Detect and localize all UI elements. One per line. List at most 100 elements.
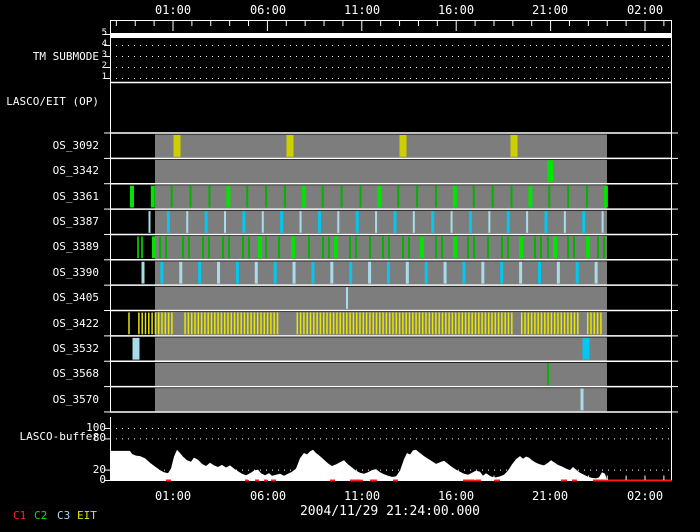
event-tick-os_3387 [280,211,283,233]
row-label: OS_3092 [0,140,99,151]
event-tick-os_3361 [567,186,569,208]
event-tick-os_3387 [507,211,510,233]
event-tick-os_3422 [336,313,338,335]
event-tick-os_3390 [500,262,503,284]
legend-item-c2: C2 [34,510,47,521]
daily-plan-band [155,388,607,411]
event-tick-os_3389 [547,236,549,258]
event-tick-os_3390 [179,262,182,284]
event-tick-os_3422 [237,313,239,335]
event-tick-os_3568 [547,363,549,385]
event-tick-os_3422 [359,313,361,335]
submode-level-bar [110,33,672,38]
event-tick-os_3422 [306,313,308,335]
bottom-axis-label: 11:00 [337,490,387,502]
legend-item-c1: C1 [13,510,26,521]
event-tick-os_3422 [310,313,312,335]
event-tick-os_3389 [586,236,590,258]
event-tick-os_3389 [222,236,224,258]
buffer-gap-red-segment [572,480,577,482]
row-label: OS_3405 [0,292,99,303]
row-label: OS_3422 [0,318,99,329]
event-tick-os_3422 [191,313,193,335]
event-tick-os_3422 [405,313,407,335]
event-tick-os_3422 [412,313,414,335]
event-tick-os_3387 [149,211,151,233]
event-tick-os_3422 [313,313,315,335]
row-label: OS_3390 [0,267,99,278]
event-tick-os_3390 [368,262,371,284]
event-tick-os_3361 [492,186,494,208]
event-tick-os_3422 [577,313,579,335]
event-tick-os_3422 [567,313,569,335]
event-tick-os_3361 [453,186,457,208]
event-tick-os_3387 [242,211,245,233]
event-tick-os_3422 [438,313,440,335]
legend-item-eit: EIT [77,510,97,521]
event-tick-os_3422 [240,313,242,335]
event-tick-os_3389 [501,236,503,258]
buffer-ytick-label: 0 [0,474,106,485]
event-tick-os_3422 [217,313,219,335]
event-tick-os_3422 [297,313,299,335]
event-tick-os_3422 [346,313,348,335]
event-tick-os_3361 [528,186,532,208]
event-tick-os_3422 [379,313,381,335]
event-tick-os_3387 [526,211,528,233]
event-tick-os_3092 [511,135,518,157]
event-tick-os_3422 [396,313,398,335]
event-tick-os_3422 [554,313,556,335]
event-tick-os_3422 [488,313,490,335]
event-tick-os_3422 [537,313,539,335]
event-tick-os_3422 [376,313,378,335]
event-tick-os_3422 [491,313,493,335]
event-tick-os_3389 [349,236,351,258]
event-tick-os_3390 [274,262,277,284]
event-tick-os_3361 [359,186,361,208]
buffer-gap-red-segment [593,480,672,482]
event-tick-os_3389 [228,236,230,258]
buffer-gap-red-segment [350,480,363,482]
event-tick-os_3422 [415,313,417,335]
event-tick-os_3422 [260,313,262,335]
event-tick-os_3422 [165,313,167,335]
event-tick-os_3387 [375,211,377,233]
event-tick-os_3387 [469,211,472,233]
event-tick-os_3390 [425,262,428,284]
event-tick-os_3390 [481,262,484,284]
submode-scale-label: 2 [97,62,107,71]
event-tick-os_3422 [221,313,223,335]
event-tick-os_3422 [363,313,365,335]
event-tick-os_3389 [188,236,190,258]
event-tick-os_3422 [386,313,388,335]
bottom-axis-label: 02:00 [620,490,670,502]
timestamp: 2004/11/29 21:24:00.000 [240,505,540,518]
event-tick-os_3422 [521,313,523,335]
event-tick-os_3361 [265,186,267,208]
event-tick-os_3422 [168,313,170,335]
row-label: OS_3568 [0,368,99,379]
event-tick-os_3422 [254,313,256,335]
submode-panel-label: TM SUBMODE [0,51,99,62]
event-tick-os_3389 [388,236,390,258]
event-tick-os_3389 [597,236,599,258]
event-tick-os_3422 [462,313,464,335]
event-tick-os_3422 [422,313,424,335]
event-tick-os_3422 [343,313,345,335]
event-tick-os_3422 [244,313,246,335]
event-tick-os_3389 [152,236,156,258]
event-tick-os_3387 [337,211,339,233]
event-tick-os_3389 [382,236,384,258]
event-tick-os_3361 [208,186,210,208]
event-tick-os_3389 [308,236,310,258]
event-tick-os_3390 [576,262,579,284]
event-tick-os_3422 [372,313,374,335]
event-tick-os_3422 [471,313,473,335]
event-tick-os_3422 [455,313,457,335]
event-tick-os_3390 [330,262,333,284]
event-tick-os_3361 [397,186,399,208]
daily-plan-band [155,135,607,158]
event-tick-os_3387 [393,211,396,233]
event-tick-os_3422 [273,313,275,335]
event-tick-os_3422 [485,313,487,335]
